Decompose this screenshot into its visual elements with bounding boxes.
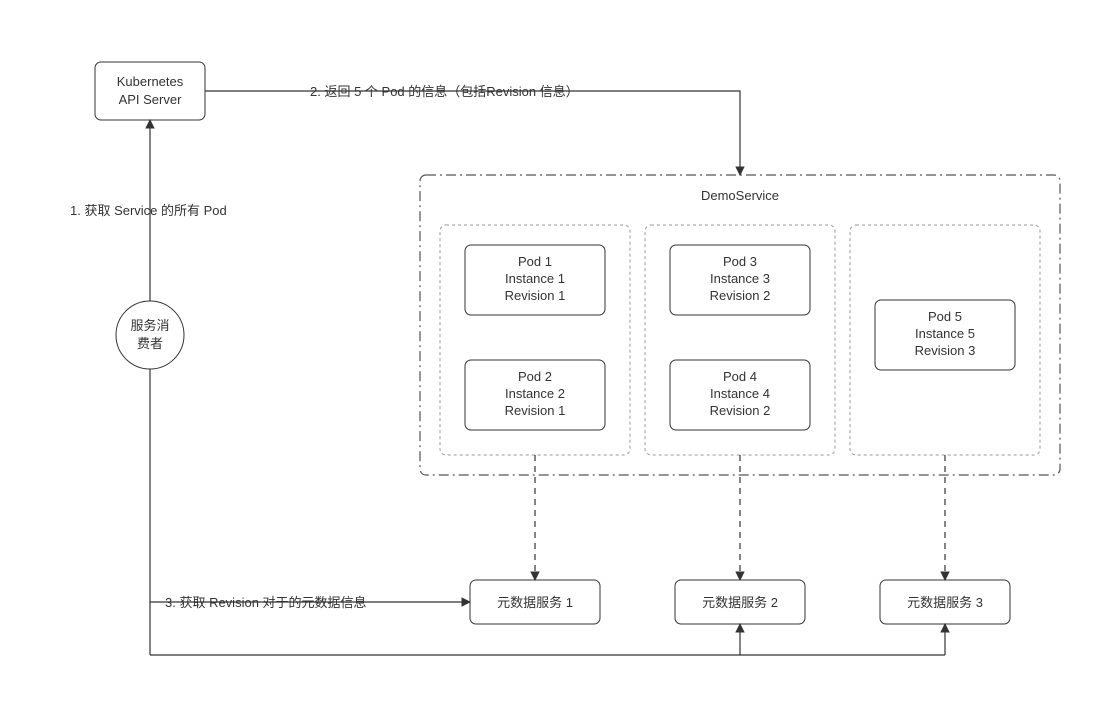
architecture-diagram: Kubernetes API Server 服务消 费者 DemoService… bbox=[0, 0, 1109, 704]
svg-text:Pod 4: Pod 4 bbox=[723, 369, 757, 384]
edge-get-pods-label: 1. 获取 Service 的所有 Pod bbox=[70, 203, 227, 218]
node-metadata-2: 元数据服务 2 bbox=[675, 580, 805, 624]
consumer-line1: 服务消 bbox=[130, 318, 169, 333]
svg-text:Revision 2: Revision 2 bbox=[710, 288, 771, 303]
node-pod-4: Pod 4 Instance 4 Revision 2 bbox=[670, 360, 810, 430]
svg-text:Revision 3: Revision 3 bbox=[915, 343, 976, 358]
node-metadata-1: 元数据服务 1 bbox=[470, 580, 600, 624]
node-api-server: Kubernetes API Server bbox=[95, 62, 205, 120]
edge-return-pods bbox=[205, 91, 740, 175]
group-demoservice: DemoService Pod 1 Instance 1 Revision 1 … bbox=[420, 175, 1060, 475]
svg-text:Pod 3: Pod 3 bbox=[723, 254, 757, 269]
svg-text:Instance 1: Instance 1 bbox=[505, 271, 565, 286]
demoservice-title: DemoService bbox=[701, 188, 779, 203]
svg-text:元数据服务 2: 元数据服务 2 bbox=[702, 595, 778, 610]
node-metadata-3: 元数据服务 3 bbox=[880, 580, 1010, 624]
svg-text:Revision 1: Revision 1 bbox=[505, 403, 566, 418]
svg-text:Pod 2: Pod 2 bbox=[518, 369, 552, 384]
svg-text:Pod 5: Pod 5 bbox=[928, 309, 962, 324]
svg-text:Pod 1: Pod 1 bbox=[518, 254, 552, 269]
edge-get-metadata-label: 3. 获取 Revision 对于的元数据信息 bbox=[165, 595, 367, 610]
svg-text:元数据服务 1: 元数据服务 1 bbox=[497, 595, 573, 610]
node-pod-2: Pod 2 Instance 2 Revision 1 bbox=[465, 360, 605, 430]
node-consumer: 服务消 费者 bbox=[116, 301, 184, 369]
svg-text:Instance 4: Instance 4 bbox=[710, 386, 770, 401]
svg-text:Instance 5: Instance 5 bbox=[915, 326, 975, 341]
svg-text:Instance 3: Instance 3 bbox=[710, 271, 770, 286]
svg-text:元数据服务 3: 元数据服务 3 bbox=[907, 595, 983, 610]
node-pod-5: Pod 5 Instance 5 Revision 3 bbox=[875, 300, 1015, 370]
api-server-line2: API Server bbox=[119, 92, 183, 107]
api-server-line1: Kubernetes bbox=[117, 74, 184, 89]
edge-return-pods-label: 2. 返回 5 个 Pod 的信息（包括Revision 信息） bbox=[310, 84, 579, 99]
svg-text:Revision 2: Revision 2 bbox=[710, 403, 771, 418]
svg-text:Instance 2: Instance 2 bbox=[505, 386, 565, 401]
edge-get-metadata bbox=[150, 369, 470, 602]
node-pod-1: Pod 1 Instance 1 Revision 1 bbox=[465, 245, 605, 315]
svg-text:Revision 1: Revision 1 bbox=[505, 288, 566, 303]
consumer-line2: 费者 bbox=[137, 336, 163, 351]
node-pod-3: Pod 3 Instance 3 Revision 2 bbox=[670, 245, 810, 315]
